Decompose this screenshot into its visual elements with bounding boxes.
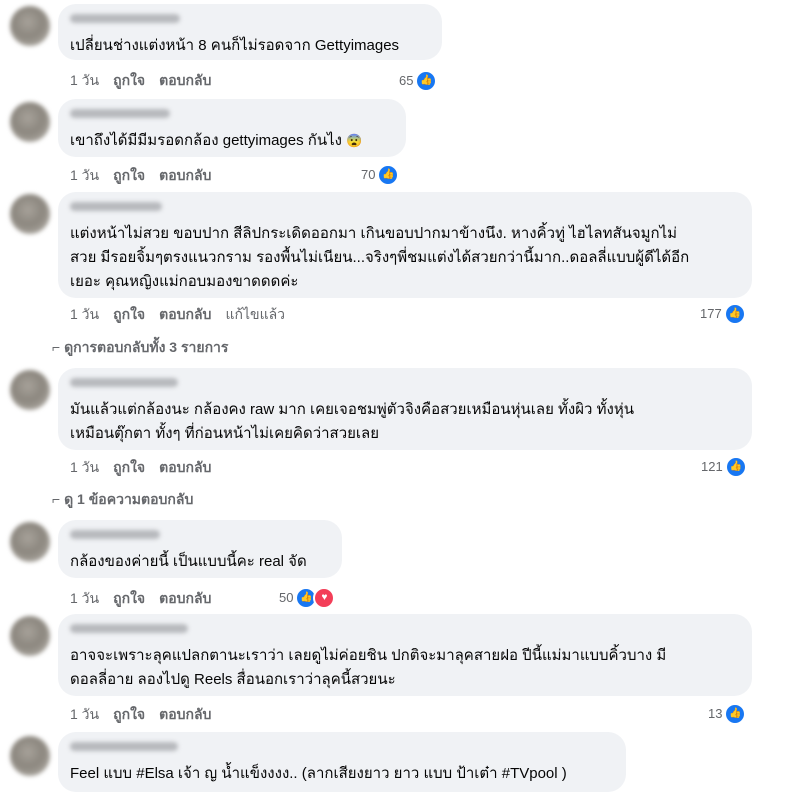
heart-icon: ♥ (313, 587, 336, 609)
like-button[interactable]: ถูกใจ (113, 458, 145, 476)
reaction-count[interactable]: 70 👍 (361, 164, 400, 186)
view-replies-link[interactable]: ⌐ ดู 1 ข้อความตอบกลับ (52, 489, 193, 509)
comment-time[interactable]: 1 วัน (70, 305, 99, 323)
comment-text: เปลี่ยนช่างแต่งหน้า 8 คนก็ไม่รอดจาก Gett… (70, 37, 400, 54)
commenter-name-blurred[interactable] (70, 14, 180, 23)
comment-text: กล้องของค่ายนี้ เป็นแบบนี้คะ real จัด (70, 553, 307, 570)
commenter-name-blurred[interactable] (70, 202, 162, 211)
edited-label[interactable]: แก้ไขแล้ว (225, 305, 285, 323)
comment-time[interactable]: 1 วัน (70, 705, 99, 723)
comment-actions: 1 วัน ถูกใจ ตอบกลับ (70, 71, 211, 89)
reaction-number: 50 (279, 590, 294, 605)
comment-text: มันแล้วแต่กล้องนะ กล้องคง raw มาก เคยเจอ… (70, 401, 634, 418)
like-button[interactable]: ถูกใจ (113, 305, 145, 323)
reaction-count[interactable]: 177 👍 (700, 303, 746, 325)
comment-text: สวย มีรอยจิ้มๆตรงแนวกราม รองพื้นไม่เนียน… (70, 249, 690, 266)
commenter-name-blurred[interactable] (70, 624, 188, 633)
comment-time[interactable]: 1 วัน (70, 589, 99, 607)
comment-text: เหมือนตุ๊กตา ทั้งๆ ที่ก่อนหน้าไม่เคยคิดว… (70, 425, 380, 442)
comment-actions: 1 วัน ถูกใจ ตอบกลับ (70, 166, 211, 184)
comment-bubble: กล้องของค่ายนี้ เป็นแบบนี้คะ real จัด (58, 520, 342, 578)
like-button[interactable]: ถูกใจ (113, 589, 145, 607)
thumbs-up-icon: 👍 (415, 70, 438, 92)
avatar[interactable] (10, 370, 50, 410)
fearful-face-icon: 😨 (346, 133, 363, 148)
comment-actions: 1 วัน ถูกใจ ตอบกลับ (70, 589, 211, 607)
reaction-count[interactable]: 121 👍 (701, 456, 747, 478)
comment-text: เขาถึงได้มีมีมรอดกล้อง gettyimages กันไง… (70, 129, 362, 153)
view-replies-label: ดู 1 ข้อความตอบกลับ (64, 491, 194, 507)
reply-arrow-icon: ⌐ (52, 491, 61, 507)
reply-button[interactable]: ตอบกลับ (159, 458, 211, 476)
comment-text: Feel แบบ #Elsa เจ้า ญ น้ำแข็งงงง.. (ลากเ… (70, 765, 567, 782)
comment-text: เยอะ คุณหญิงแม่กอบมองขาดดดค่ะ (70, 273, 299, 290)
reply-button[interactable]: ตอบกลับ (159, 589, 211, 607)
commenter-name-blurred[interactable] (70, 742, 178, 751)
view-replies-label: ดูการตอบกลับทั้ง 3 รายการ (64, 339, 229, 355)
reply-button[interactable]: ตอบกลับ (159, 705, 211, 723)
reaction-count[interactable]: 13 👍 (708, 703, 747, 725)
comment-actions: 1 วัน ถูกใจ ตอบกลับ (70, 705, 211, 723)
reply-arrow-icon: ⌐ (52, 339, 61, 355)
avatar[interactable] (10, 194, 50, 234)
reaction-number: 121 (701, 459, 723, 474)
reply-button[interactable]: ตอบกลับ (159, 71, 211, 89)
avatar[interactable] (10, 616, 50, 656)
comment-time[interactable]: 1 วัน (70, 166, 99, 184)
comment-bubble: แต่งหน้าไม่สวย ขอบปาก สีลิปกระเดิดออกมา … (58, 192, 752, 298)
avatar[interactable] (10, 6, 50, 46)
like-button[interactable]: ถูกใจ (113, 71, 145, 89)
comment-bubble: เขาถึงได้มีมีมรอดกล้อง gettyimages กันไง… (58, 99, 406, 157)
reply-button[interactable]: ตอบกลับ (159, 305, 211, 323)
reaction-number: 177 (700, 306, 722, 321)
comment-bubble: อาจจะเพราะลุคแปลกตานะเราว่า เลยดูไม่ค่อย… (58, 614, 752, 696)
avatar[interactable] (10, 522, 50, 562)
comment-actions: 1 วัน ถูกใจ ตอบกลับ (70, 458, 211, 476)
comment-bubble: มันแล้วแต่กล้องนะ กล้องคง raw มาก เคยเจอ… (58, 368, 752, 450)
reaction-number: 13 (708, 706, 723, 721)
comment-time[interactable]: 1 วัน (70, 458, 99, 476)
comment-bubble: เปลี่ยนช่างแต่งหน้า 8 คนก็ไม่รอดจาก Gett… (58, 4, 442, 60)
comment-bubble: Feel แบบ #Elsa เจ้า ญ น้ำแข็งงงง.. (ลากเ… (58, 732, 626, 792)
view-replies-link[interactable]: ⌐ ดูการตอบกลับทั้ง 3 รายการ (52, 337, 228, 357)
thumbs-up-icon: 👍 (723, 303, 746, 325)
reaction-number: 65 (399, 73, 414, 88)
avatar[interactable] (10, 102, 50, 142)
comment-text: แต่งหน้าไม่สวย ขอบปาก สีลิปกระเดิดออกมา … (70, 225, 678, 242)
commenter-name-blurred[interactable] (70, 109, 170, 118)
like-button[interactable]: ถูกใจ (113, 166, 145, 184)
avatar[interactable] (10, 736, 50, 776)
like-button[interactable]: ถูกใจ (113, 705, 145, 723)
reaction-count[interactable]: 50 👍 ♥ (279, 587, 336, 609)
reaction-count[interactable]: 65 👍 (399, 70, 438, 92)
reaction-number: 70 (361, 167, 376, 182)
commenter-name-blurred[interactable] (70, 378, 178, 387)
thumbs-up-icon: 👍 (724, 703, 747, 725)
comment-time[interactable]: 1 วัน (70, 71, 99, 89)
comment-text-content: เขาถึงได้มีมีมรอดกล้อง gettyimages กันไง (70, 132, 342, 149)
comment-actions: 1 วัน ถูกใจ ตอบกลับ แก้ไขแล้ว (70, 305, 285, 323)
reply-button[interactable]: ตอบกลับ (159, 166, 211, 184)
comment-text: อาจจะเพราะลุคแปลกตานะเราว่า เลยดูไม่ค่อย… (70, 647, 667, 664)
comment-text: ดอลลี่อาย ลองไปดู Reels สื่อนอกเราว่าลุค… (70, 671, 396, 688)
thumbs-up-icon: 👍 (724, 456, 747, 478)
thumbs-up-icon: 👍 (377, 164, 400, 186)
commenter-name-blurred[interactable] (70, 530, 160, 539)
